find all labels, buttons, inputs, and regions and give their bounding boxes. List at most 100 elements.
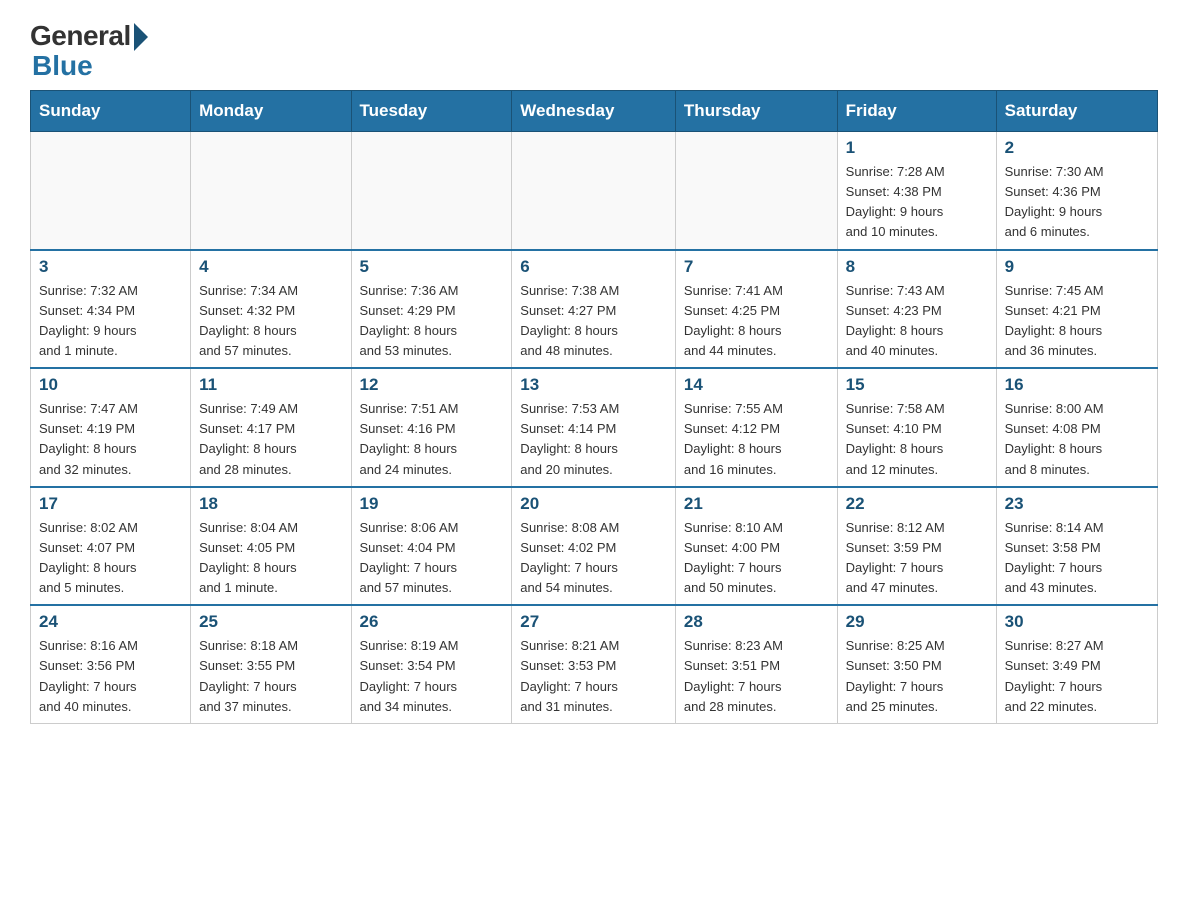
day-number: 7 xyxy=(684,257,829,277)
day-info: Sunrise: 7:32 AMSunset: 4:34 PMDaylight:… xyxy=(39,281,182,362)
calendar-cell-week4-day7: 23 Sunrise: 8:14 AMSunset: 3:58 PMDayligh… xyxy=(996,487,1157,606)
col-header-tuesday: Tuesday xyxy=(351,91,512,132)
day-number: 4 xyxy=(199,257,342,277)
day-info: Sunrise: 8:14 AMSunset: 3:58 PMDaylight:… xyxy=(1005,518,1149,599)
calendar-cell-week2-day7: 9Sunrise: 7:45 AMSunset: 4:21 PMDaylight… xyxy=(996,250,1157,369)
day-number: 5 xyxy=(360,257,504,277)
calendar-cell-week5-day1: 24 Sunrise: 8:16 AMSunset: 3:56 PMDayligh… xyxy=(31,605,191,723)
calendar-header-row: SundayMondayTuesdayWednesdayThursdayFrid… xyxy=(31,91,1158,132)
calendar-cell-week4-day5: 21Sunrise: 8:10 AMSunset: 4:00 PMDayligh… xyxy=(675,487,837,606)
week-row-4: 17Sunrise: 8:02 AMSunset: 4:07 PMDayligh… xyxy=(31,487,1158,606)
day-info: Sunrise: 7:43 AMSunset: 4:23 PMDaylight:… xyxy=(846,281,988,362)
logo: General Blue xyxy=(30,20,148,80)
day-info: Sunrise: 8:02 AMSunset: 4:07 PMDaylight:… xyxy=(39,518,182,599)
day-number: 18 xyxy=(199,494,342,514)
day-number: 15 xyxy=(846,375,988,395)
day-info: Sunrise: 7:34 AMSunset: 4:32 PMDaylight:… xyxy=(199,281,342,362)
day-number: 8 xyxy=(846,257,988,277)
week-row-2: 3 Sunrise: 7:32 AMSunset: 4:34 PMDaylight… xyxy=(31,250,1158,369)
calendar-cell-week4-day2: 18 Sunrise: 8:04 AMSunset: 4:05 PMDayligh… xyxy=(191,487,351,606)
week-row-5: 24 Sunrise: 8:16 AMSunset: 3:56 PMDayligh… xyxy=(31,605,1158,723)
col-header-wednesday: Wednesday xyxy=(512,91,676,132)
day-number: 20 xyxy=(520,494,667,514)
day-info: Sunrise: 8:04 AMSunset: 4:05 PMDaylight:… xyxy=(199,518,342,599)
week-row-1: 1 Sunrise: 7:28 AMSunset: 4:38 PMDaylight… xyxy=(31,132,1158,250)
calendar-cell-week5-day3: 26 Sunrise: 8:19 AMSunset: 3:54 PMDayligh… xyxy=(351,605,512,723)
calendar-table: SundayMondayTuesdayWednesdayThursdayFrid… xyxy=(30,90,1158,724)
calendar-cell-week3-day6: 15 Sunrise: 7:58 AMSunset: 4:10 PMDayligh… xyxy=(837,368,996,487)
calendar-cell-week5-day6: 29 Sunrise: 8:25 AMSunset: 3:50 PMDayligh… xyxy=(837,605,996,723)
day-info: Sunrise: 7:41 AMSunset: 4:25 PMDaylight:… xyxy=(684,281,829,362)
day-info: Sunrise: 7:28 AMSunset: 4:38 PMDaylight:… xyxy=(846,162,988,243)
calendar-cell-week4-day6: 22 Sunrise: 8:12 AMSunset: 3:59 PMDayligh… xyxy=(837,487,996,606)
day-number: 22 xyxy=(846,494,988,514)
day-info: Sunrise: 8:10 AMSunset: 4:00 PMDaylight:… xyxy=(684,518,829,599)
day-info: Sunrise: 8:06 AMSunset: 4:04 PMDaylight:… xyxy=(360,518,504,599)
week-row-3: 10 Sunrise: 7:47 AMSunset: 4:19 PMDayligh… xyxy=(31,368,1158,487)
day-info: Sunrise: 7:30 AMSunset: 4:36 PMDaylight:… xyxy=(1005,162,1149,243)
calendar-cell-week3-day3: 12 Sunrise: 7:51 AMSunset: 4:16 PMDayligh… xyxy=(351,368,512,487)
logo-arrow-icon xyxy=(134,23,148,51)
calendar-cell-week3-day2: 11Sunrise: 7:49 AMSunset: 4:17 PMDayligh… xyxy=(191,368,351,487)
day-number: 13 xyxy=(520,375,667,395)
day-info: Sunrise: 7:47 AMSunset: 4:19 PMDaylight:… xyxy=(39,399,182,480)
day-info: Sunrise: 8:21 AMSunset: 3:53 PMDaylight:… xyxy=(520,636,667,717)
day-number: 24 xyxy=(39,612,182,632)
day-info: Sunrise: 7:58 AMSunset: 4:10 PMDaylight:… xyxy=(846,399,988,480)
day-info: Sunrise: 8:16 AMSunset: 3:56 PMDaylight:… xyxy=(39,636,182,717)
day-info: Sunrise: 8:27 AMSunset: 3:49 PMDaylight:… xyxy=(1005,636,1149,717)
calendar-cell-week4-day3: 19 Sunrise: 8:06 AMSunset: 4:04 PMDayligh… xyxy=(351,487,512,606)
day-info: Sunrise: 7:55 AMSunset: 4:12 PMDaylight:… xyxy=(684,399,829,480)
day-number: 27 xyxy=(520,612,667,632)
calendar-cell-week1-day4 xyxy=(512,132,676,250)
day-number: 1 xyxy=(846,138,988,158)
day-number: 16 xyxy=(1005,375,1149,395)
calendar-cell-week1-day3 xyxy=(351,132,512,250)
calendar-cell-week3-day5: 14 Sunrise: 7:55 AMSunset: 4:12 PMDayligh… xyxy=(675,368,837,487)
calendar-cell-week5-day4: 27 Sunrise: 8:21 AMSunset: 3:53 PMDayligh… xyxy=(512,605,676,723)
col-header-sunday: Sunday xyxy=(31,91,191,132)
day-number: 29 xyxy=(846,612,988,632)
day-number: 2 xyxy=(1005,138,1149,158)
col-header-friday: Friday xyxy=(837,91,996,132)
day-number: 12 xyxy=(360,375,504,395)
day-info: Sunrise: 8:25 AMSunset: 3:50 PMDaylight:… xyxy=(846,636,988,717)
day-info: Sunrise: 7:51 AMSunset: 4:16 PMDaylight:… xyxy=(360,399,504,480)
calendar-cell-week1-day1 xyxy=(31,132,191,250)
day-info: Sunrise: 8:12 AMSunset: 3:59 PMDaylight:… xyxy=(846,518,988,599)
day-number: 19 xyxy=(360,494,504,514)
day-number: 3 xyxy=(39,257,182,277)
day-info: Sunrise: 8:08 AMSunset: 4:02 PMDaylight:… xyxy=(520,518,667,599)
day-number: 25 xyxy=(199,612,342,632)
calendar-cell-week1-day5 xyxy=(675,132,837,250)
calendar-cell-week4-day4: 20 Sunrise: 8:08 AMSunset: 4:02 PMDayligh… xyxy=(512,487,676,606)
calendar-cell-week3-day1: 10 Sunrise: 7:47 AMSunset: 4:19 PMDayligh… xyxy=(31,368,191,487)
calendar-cell-week5-day5: 28 Sunrise: 8:23 AMSunset: 3:51 PMDayligh… xyxy=(675,605,837,723)
col-header-monday: Monday xyxy=(191,91,351,132)
calendar-cell-week5-day2: 25 Sunrise: 8:18 AMSunset: 3:55 PMDayligh… xyxy=(191,605,351,723)
day-info: Sunrise: 8:23 AMSunset: 3:51 PMDaylight:… xyxy=(684,636,829,717)
calendar-cell-week2-day6: 8 Sunrise: 7:43 AMSunset: 4:23 PMDaylight… xyxy=(837,250,996,369)
calendar-cell-week2-day1: 3 Sunrise: 7:32 AMSunset: 4:34 PMDaylight… xyxy=(31,250,191,369)
logo-general-text: General xyxy=(30,20,131,52)
logo-blue-text: Blue xyxy=(32,52,93,80)
calendar-cell-week3-day4: 13Sunrise: 7:53 AMSunset: 4:14 PMDayligh… xyxy=(512,368,676,487)
day-number: 10 xyxy=(39,375,182,395)
calendar-cell-week5-day7: 30 Sunrise: 8:27 AMSunset: 3:49 PMDayligh… xyxy=(996,605,1157,723)
day-info: Sunrise: 8:19 AMSunset: 3:54 PMDaylight:… xyxy=(360,636,504,717)
calendar-cell-week4-day1: 17Sunrise: 8:02 AMSunset: 4:07 PMDayligh… xyxy=(31,487,191,606)
day-number: 14 xyxy=(684,375,829,395)
col-header-saturday: Saturday xyxy=(996,91,1157,132)
calendar-cell-week2-day4: 6Sunrise: 7:38 AMSunset: 4:27 PMDaylight… xyxy=(512,250,676,369)
day-number: 30 xyxy=(1005,612,1149,632)
calendar-cell-week1-day6: 1 Sunrise: 7:28 AMSunset: 4:38 PMDaylight… xyxy=(837,132,996,250)
day-info: Sunrise: 8:18 AMSunset: 3:55 PMDaylight:… xyxy=(199,636,342,717)
day-number: 28 xyxy=(684,612,829,632)
calendar-cell-week3-day7: 16Sunrise: 8:00 AMSunset: 4:08 PMDayligh… xyxy=(996,368,1157,487)
calendar-cell-week2-day3: 5 Sunrise: 7:36 AMSunset: 4:29 PMDaylight… xyxy=(351,250,512,369)
day-number: 26 xyxy=(360,612,504,632)
day-info: Sunrise: 7:36 AMSunset: 4:29 PMDaylight:… xyxy=(360,281,504,362)
calendar-cell-week2-day2: 4 Sunrise: 7:34 AMSunset: 4:32 PMDaylight… xyxy=(191,250,351,369)
calendar-cell-week2-day5: 7 Sunrise: 7:41 AMSunset: 4:25 PMDaylight… xyxy=(675,250,837,369)
day-number: 23 xyxy=(1005,494,1149,514)
